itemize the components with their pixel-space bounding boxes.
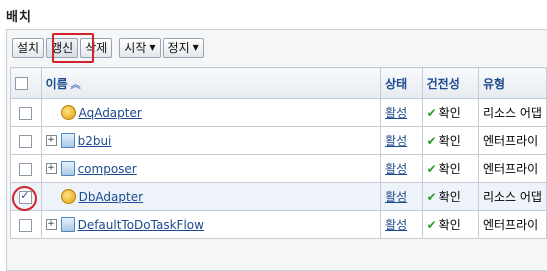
deployment-name-link[interactable]: b2bui bbox=[78, 134, 112, 148]
table-row[interactable]: + DefaultToDoTaskFlow 활성 ✔ 확인 엔터프라이 bbox=[10, 210, 547, 239]
health-cell: ✔ 확인 bbox=[421, 182, 479, 211]
expand-icon[interactable]: + bbox=[45, 135, 57, 146]
name-cell: DbAdapter bbox=[40, 182, 382, 211]
chevron-down-icon: ▼ bbox=[192, 43, 199, 52]
component-icon bbox=[60, 161, 75, 176]
health-value: 확인 bbox=[438, 190, 461, 204]
expand-icon[interactable]: + bbox=[45, 163, 57, 174]
start-label: 시작 bbox=[124, 41, 147, 55]
health-cell: ✔ 확인 bbox=[421, 126, 479, 155]
toolbar: 설치 갱신 삭제 시작 ▼ 정지 ▼ bbox=[12, 35, 206, 61]
check-icon: ✔ bbox=[426, 106, 437, 120]
table-row[interactable]: DbAdapter활성✔확인리소스 어댑 bbox=[10, 182, 547, 211]
refresh-button-highlight bbox=[52, 33, 94, 63]
name-header[interactable]: 이름 ︽ bbox=[40, 67, 382, 99]
state-link[interactable]: 활성 bbox=[385, 190, 407, 204]
stop-label: 정지 bbox=[167, 41, 190, 55]
state-cell: 활성 bbox=[380, 210, 423, 239]
state-link[interactable]: 활성 bbox=[385, 134, 407, 148]
type-cell: 엔터프라이 bbox=[477, 154, 547, 183]
start-menu-button[interactable]: 시작 ▼ bbox=[119, 38, 161, 58]
row-checkbox[interactable] bbox=[19, 162, 33, 176]
adapter-icon bbox=[60, 105, 76, 120]
health-header[interactable]: 건전성 bbox=[421, 67, 479, 99]
row-select-cell bbox=[10, 126, 42, 155]
select-all-header bbox=[10, 67, 42, 99]
health-value: 확인 bbox=[438, 106, 461, 120]
adapter-icon bbox=[60, 189, 76, 204]
health-value: 확인 bbox=[438, 162, 461, 176]
deployment-name-link[interactable]: DefaultToDoTaskFlow bbox=[78, 218, 204, 232]
expand-icon[interactable]: + bbox=[45, 219, 57, 230]
sort-ascending-icon[interactable]: ︽ bbox=[71, 80, 81, 91]
stop-menu-button[interactable]: 정지 ▼ bbox=[162, 38, 204, 58]
component-icon bbox=[60, 217, 75, 232]
checkbox-highlight bbox=[12, 186, 37, 211]
state-cell: 활성 bbox=[380, 182, 423, 211]
type-cell: 리소스 어댑 bbox=[477, 182, 547, 211]
health-value: 확인 bbox=[438, 218, 461, 232]
state-cell: 활성 bbox=[380, 98, 423, 127]
type-cell: 엔터프라이 bbox=[477, 126, 547, 155]
check-icon: ✔ bbox=[426, 134, 437, 148]
deployment-name-link[interactable]: DbAdapter bbox=[79, 190, 143, 204]
table-row[interactable]: + b2bui 활성 ✔ 확인 엔터프라이 bbox=[10, 126, 547, 155]
deployments-table: 이름 ︽ 상태 건전성 유형 AqAdapter 활성 ✔ 확인 리소스 어댑 + b2bui… bbox=[10, 67, 547, 239]
check-icon: ✔ bbox=[426, 190, 437, 204]
state-link[interactable]: 활성 bbox=[385, 106, 407, 120]
state-link[interactable]: 활성 bbox=[385, 218, 407, 232]
component-icon bbox=[60, 133, 75, 148]
type-header[interactable]: 유형 bbox=[477, 67, 547, 99]
row-select-cell bbox=[10, 210, 42, 239]
section-title: 배치 bbox=[6, 10, 32, 25]
state-link[interactable]: 활성 bbox=[385, 162, 407, 176]
health-cell: ✔ 확인 bbox=[421, 154, 479, 183]
type-cell: 리소스 어댑 bbox=[477, 98, 547, 127]
name-header-label: 이름 bbox=[45, 76, 68, 91]
check-icon: ✔ bbox=[426, 162, 437, 176]
row-select-cell bbox=[10, 98, 42, 127]
state-cell: 활성 bbox=[380, 126, 423, 155]
check-icon: ✔ bbox=[426, 218, 437, 232]
name-cell: + DefaultToDoTaskFlow bbox=[40, 210, 382, 239]
row-checkbox[interactable] bbox=[19, 106, 33, 120]
health-cell: ✔ 확인 bbox=[421, 210, 479, 239]
install-button[interactable]: 설치 bbox=[12, 38, 45, 58]
name-cell: AqAdapter bbox=[40, 98, 382, 127]
state-header[interactable]: 상태 bbox=[380, 67, 423, 99]
health-cell: ✔ 확인 bbox=[421, 98, 479, 127]
deployment-name-link[interactable]: AqAdapter bbox=[79, 106, 142, 120]
table-row[interactable]: AqAdapter 활성 ✔ 확인 리소스 어댑 bbox=[10, 98, 547, 127]
row-select-cell bbox=[10, 154, 42, 183]
row-checkbox[interactable] bbox=[19, 218, 33, 232]
deployment-name-link[interactable]: composer bbox=[78, 162, 137, 176]
health-value: 확인 bbox=[438, 134, 461, 148]
state-cell: 활성 bbox=[380, 154, 423, 183]
row-checkbox[interactable] bbox=[19, 134, 33, 148]
select-all-checkbox[interactable] bbox=[15, 77, 28, 90]
name-cell: + composer bbox=[40, 154, 382, 183]
table-row[interactable]: + composer 활성 ✔ 확인 엔터프라이 bbox=[10, 154, 547, 183]
name-cell: + b2bui bbox=[40, 126, 382, 155]
type-cell: 엔터프라이 bbox=[477, 210, 547, 239]
chevron-down-icon: ▼ bbox=[149, 43, 156, 52]
